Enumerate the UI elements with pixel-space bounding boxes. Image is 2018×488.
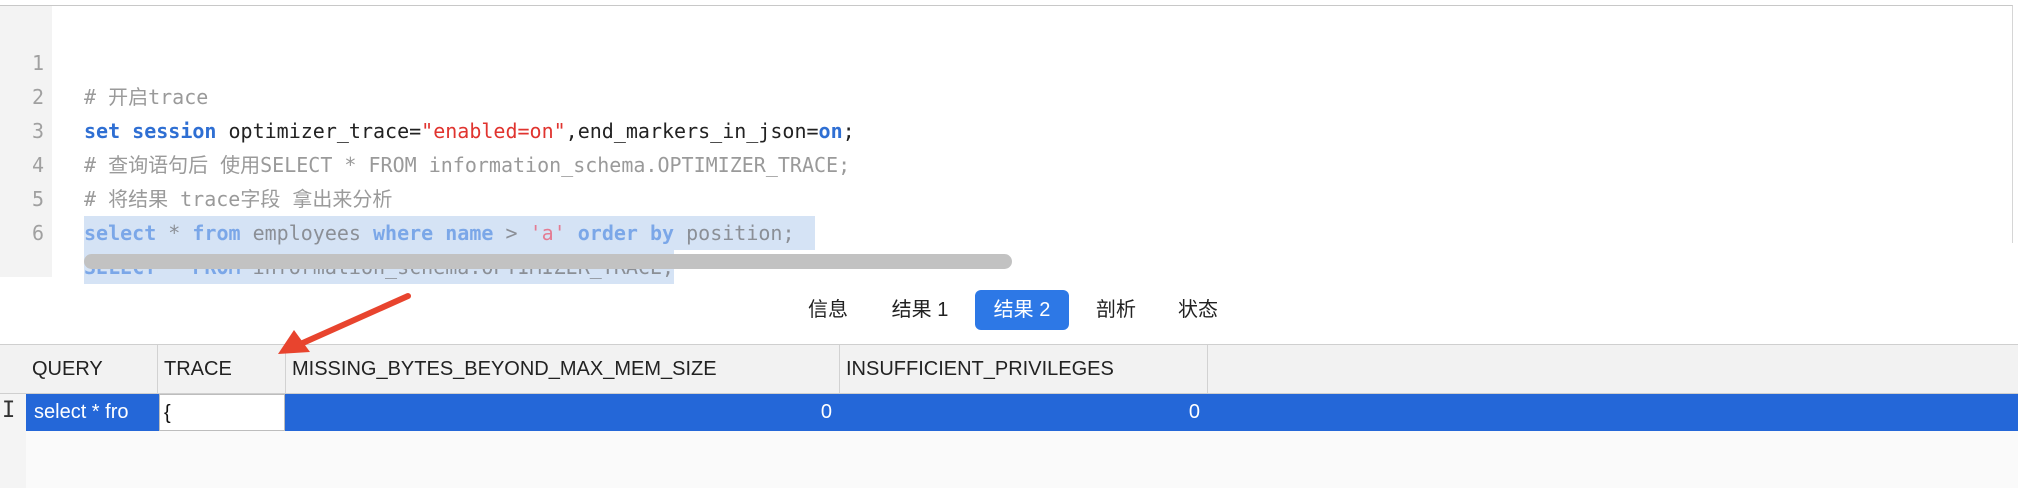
operator: * [156, 221, 193, 245]
editor-line-2[interactable]: 2 set session optimizer_trace="enabled=o… [0, 46, 855, 143]
comment-text: # 开启trace [84, 85, 209, 109]
sql-editor[interactable]: 1 # 开启trace 2 set session optimizer_trac… [0, 5, 2013, 284]
text-cursor-icon: I [2, 398, 16, 423]
editor-line-6[interactable]: 6 SELECT * FROM information_schema.OPTIM… [0, 182, 675, 284]
keyword: where [373, 221, 434, 245]
keyword: session [132, 119, 217, 143]
line-number: 6 [31, 221, 44, 245]
comment-text: # 查询语句后 使用SELECT * FROM information_sche… [84, 153, 851, 177]
column-header-trace[interactable]: TRACE [158, 345, 286, 393]
comment-text: # 将结果 trace字段 拿出来分析 [84, 187, 393, 211]
selected-code-text: select * from employees where name > 'a'… [84, 216, 815, 250]
keyword: select [84, 221, 157, 245]
red-arrow-icon [278, 293, 411, 354]
identifier: employees [240, 221, 373, 245]
tab-result-1[interactable]: 结果 1 [882, 290, 958, 330]
editor-line-5[interactable]: 5 select * from employees where name > '… [0, 148, 815, 250]
editor-line-4[interactable]: 4 # 将结果 trace字段 拿出来分析 [0, 114, 392, 211]
keyword: set [84, 119, 121, 143]
punctuation: ; [842, 119, 855, 143]
tab-info[interactable]: 信息 [796, 290, 860, 330]
identifier: optimizer_trace= [216, 119, 422, 143]
cell-trace-editing[interactable]: { [159, 394, 285, 431]
cell-insufficient-privileges[interactable]: 0 [840, 394, 1208, 431]
keyword: name [445, 221, 494, 245]
tab-profile[interactable]: 剖析 [1086, 290, 1146, 330]
code-text: set session optimizer_trace="enabled=on"… [84, 114, 875, 148]
cell-query[interactable]: select * fro [30, 394, 156, 431]
string-literal: 'a' [529, 221, 566, 245]
string-literal: "enabled=on" [421, 119, 566, 143]
editor-line-3[interactable]: 3 # 查询语句后 使用SELECT * FROM information_sc… [0, 80, 850, 177]
column-header-insufficient-privileges[interactable]: INSUFFICIENT_PRIVILEGES [840, 345, 1208, 393]
horizontal-scrollbar[interactable] [84, 254, 1012, 269]
tab-status[interactable]: 状态 [1168, 290, 1228, 330]
grid-empty-area [26, 431, 2018, 488]
column-header-query[interactable]: QUERY [26, 345, 158, 393]
keyword: on [818, 119, 843, 143]
cell-missing-bytes[interactable]: 0 [286, 394, 840, 431]
operator: > [493, 221, 530, 245]
tab-result-2[interactable]: 结果 2 [975, 290, 1069, 330]
keyword: order [577, 221, 638, 245]
identifier: ,end_markers_in_json= [565, 119, 819, 143]
keyword: by [650, 221, 675, 245]
keyword: from [192, 221, 241, 245]
editor-line-1[interactable]: 1 # 开启trace [0, 12, 208, 109]
identifier: position; [674, 221, 795, 245]
